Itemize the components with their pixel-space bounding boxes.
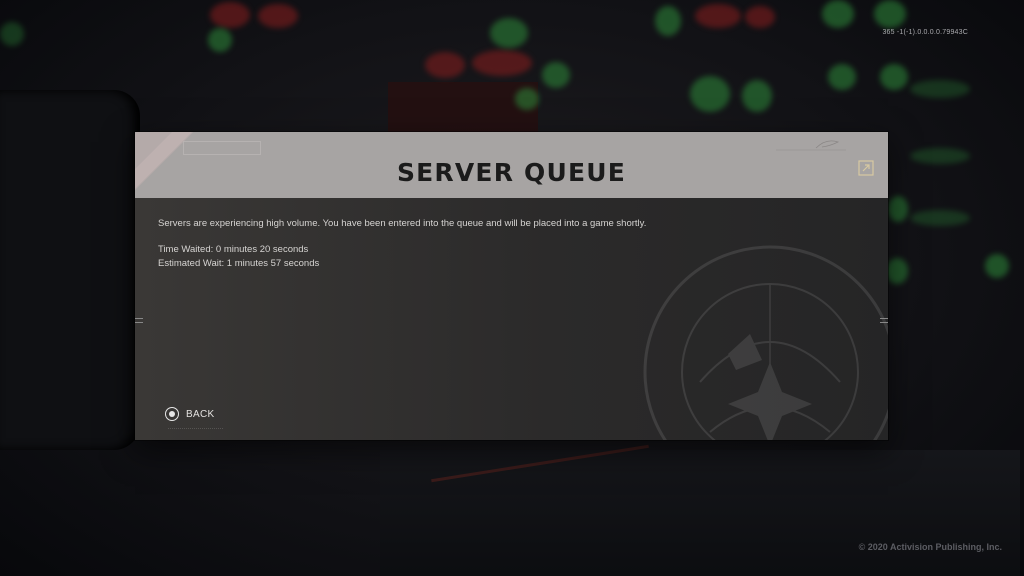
bokeh-light — [880, 64, 908, 90]
queue-message: Servers are experiencing high volume. Yo… — [158, 218, 647, 229]
build-version-text: 365 -1(-1).0.0.0.0.79943C — [882, 29, 968, 36]
time-waited-text: Time Waited: 0 minutes 20 seconds — [158, 244, 309, 255]
bokeh-light — [742, 80, 772, 112]
bokeh-light — [208, 28, 232, 52]
estimated-wait-text: Estimated Wait: 1 minutes 57 seconds — [158, 258, 320, 269]
dialog-header: SERVER QUEUE — [135, 132, 888, 198]
expand-icon[interactable] — [856, 158, 876, 178]
agency-seal-emblem-icon — [643, 245, 888, 440]
bokeh-light — [886, 258, 908, 284]
bokeh-light — [655, 6, 681, 36]
bokeh-light — [0, 22, 24, 46]
right-edge-mark — [880, 318, 888, 323]
server-queue-dialog: SERVER QUEUE Servers are experiencing hi… — [135, 132, 888, 440]
bokeh-light — [828, 64, 856, 90]
background-monitor — [0, 90, 140, 450]
bokeh-light — [910, 210, 970, 226]
bokeh-light — [910, 80, 970, 98]
circle-button-icon — [165, 407, 179, 421]
bokeh-light — [258, 4, 298, 28]
copyright-text: © 2020 Activision Publishing, Inc. — [858, 542, 1002, 552]
back-button[interactable]: BACK — [165, 406, 214, 422]
bokeh-light — [910, 148, 970, 164]
bokeh-light — [985, 254, 1009, 278]
game-screen: 365 -1(-1).0.0.0.0.79943C © 2020 Activis… — [0, 0, 1024, 576]
bokeh-light — [472, 50, 532, 76]
dialog-title: SERVER QUEUE — [396, 158, 627, 187]
bokeh-light — [822, 0, 854, 28]
bokeh-light — [745, 6, 775, 28]
bokeh-light — [542, 62, 570, 88]
back-button-decor — [168, 428, 223, 431]
bokeh-light — [874, 0, 906, 28]
bokeh-light — [425, 52, 465, 78]
bokeh-light — [490, 18, 528, 48]
background-red-glow — [388, 82, 538, 132]
bokeh-light — [888, 196, 908, 222]
bokeh-light — [690, 76, 730, 112]
bokeh-light — [515, 88, 539, 110]
header-ornament-icon — [776, 140, 846, 151]
header-decor-tag — [183, 141, 261, 155]
bokeh-light — [210, 2, 250, 28]
left-edge-mark — [135, 318, 143, 323]
bokeh-light — [695, 4, 741, 28]
back-button-label: BACK — [186, 408, 215, 420]
background-desk — [380, 450, 1020, 576]
